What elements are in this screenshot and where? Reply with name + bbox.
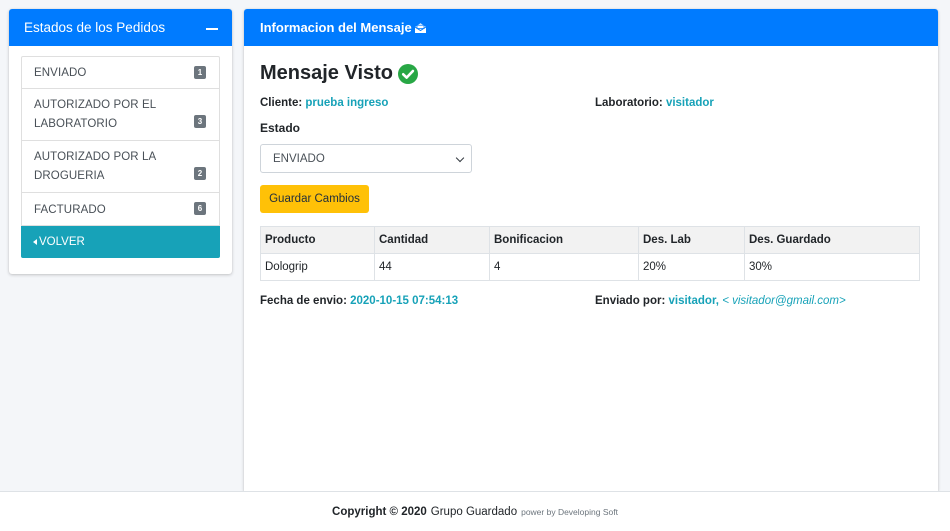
order-status-title: Estados de los Pedidos — [24, 20, 166, 35]
powered-by-text: power by Developing Soft — [521, 506, 618, 517]
table-row: Dologrip 44 4 20% 30% — [260, 253, 920, 281]
status-item-label: AUTORIZADO POR EL LABORATORIO — [34, 98, 156, 130]
client-label: Cliente: — [260, 97, 303, 109]
status-list: ENVIADO 1 AUTORIZADO POR EL LABORATORIO … — [21, 56, 220, 226]
save-changes-button[interactable]: Guardar Cambios — [260, 185, 369, 213]
column-header-des-lab: Des. Lab — [638, 226, 745, 254]
status-item-enviado[interactable]: ENVIADO 1 — [21, 56, 220, 89]
status-item-facturado[interactable]: FACTURADO 6 — [21, 193, 220, 226]
message-info-card: Informacion del Mensaje Mensaje Visto Cl… — [244, 9, 938, 491]
status-item-label: AUTORIZADO POR LA DROGUERIA — [34, 150, 156, 182]
column-header-cantidad: Cantidad — [374, 226, 490, 254]
status-count-badge: 3 — [194, 115, 206, 128]
sent-by-info: Enviado por: visitador, < visitador@gmai… — [595, 295, 846, 307]
products-table: Producto Cantidad Bonificacion Des. Lab … — [260, 226, 920, 281]
back-button[interactable]: VOLVER — [21, 226, 220, 258]
table-cell: 20% — [638, 253, 745, 281]
status-item-autorizado-drogueria[interactable]: AUTORIZADO POR LA DROGUERIA 2 — [21, 141, 220, 193]
copyright-text: Copyright © 2020 — [332, 505, 427, 518]
estado-select[interactable]: ENVIADO — [260, 144, 472, 173]
check-circle-icon — [398, 63, 419, 84]
estado-selected-value: ENVIADO — [273, 152, 325, 165]
message-info-header: Informacion del Mensaje — [244, 9, 938, 46]
lab-label: Laboratorio: — [595, 97, 663, 109]
company-name: Grupo Guardado — [430, 505, 518, 518]
envelope-open-icon — [414, 22, 426, 33]
column-header-producto: Producto — [260, 226, 375, 254]
estado-label: Estado — [260, 121, 301, 135]
message-status-title: Mensaje Visto — [260, 62, 419, 85]
status-item-label: FACTURADO — [34, 203, 106, 216]
status-item-autorizado-laboratorio[interactable]: AUTORIZADO POR EL LABORATORIO 3 — [21, 89, 220, 141]
chevron-down-icon — [455, 153, 465, 163]
table-header-row: Producto Cantidad Bonificacion Des. Lab … — [260, 226, 920, 254]
caret-left-icon — [33, 239, 37, 245]
sent-by-email[interactable]: < visitador@gmail.com> — [722, 295, 846, 307]
page-footer: Copyright © 2020 Grupo Guardado power by… — [0, 491, 950, 531]
table-cell: 30% — [744, 253, 920, 281]
status-count-badge: 2 — [194, 167, 206, 180]
order-status-header: Estados de los Pedidos — [9, 9, 232, 46]
sent-date-label: Fecha de envio: — [260, 295, 347, 307]
message-status-text: Mensaje Visto — [260, 62, 394, 84]
status-item-label: ENVIADO — [34, 67, 87, 79]
sent-by-name: visitador, — [668, 295, 719, 307]
sent-date-info: Fecha de envio: 2020-10-15 07:54:13 — [260, 295, 458, 307]
status-count-badge: 6 — [194, 202, 206, 215]
column-header-des-guardado: Des. Guardado — [744, 226, 920, 254]
sent-date-value: 2020-10-15 07:54:13 — [350, 295, 459, 307]
order-status-card: Estados de los Pedidos ENVIADO 1 AUTORIZ… — [9, 9, 232, 274]
sent-by-label: Enviado por: — [595, 295, 666, 307]
message-info-title: Informacion del Mensaje — [260, 20, 412, 35]
table-cell: 4 — [489, 253, 639, 281]
client-info: Cliente: prueba ingreso — [260, 97, 388, 109]
client-value: prueba ingreso — [305, 97, 389, 109]
minus-icon[interactable] — [205, 21, 219, 35]
back-button-label: VOLVER — [39, 236, 85, 248]
table-cell: 44 — [374, 253, 490, 281]
status-count-badge: 1 — [194, 66, 206, 79]
column-header-bonificacion: Bonificacion — [489, 226, 639, 254]
lab-value: visitador — [665, 97, 714, 109]
lab-info: Laboratorio: visitador — [595, 97, 714, 109]
table-cell: Dologrip — [260, 253, 375, 281]
